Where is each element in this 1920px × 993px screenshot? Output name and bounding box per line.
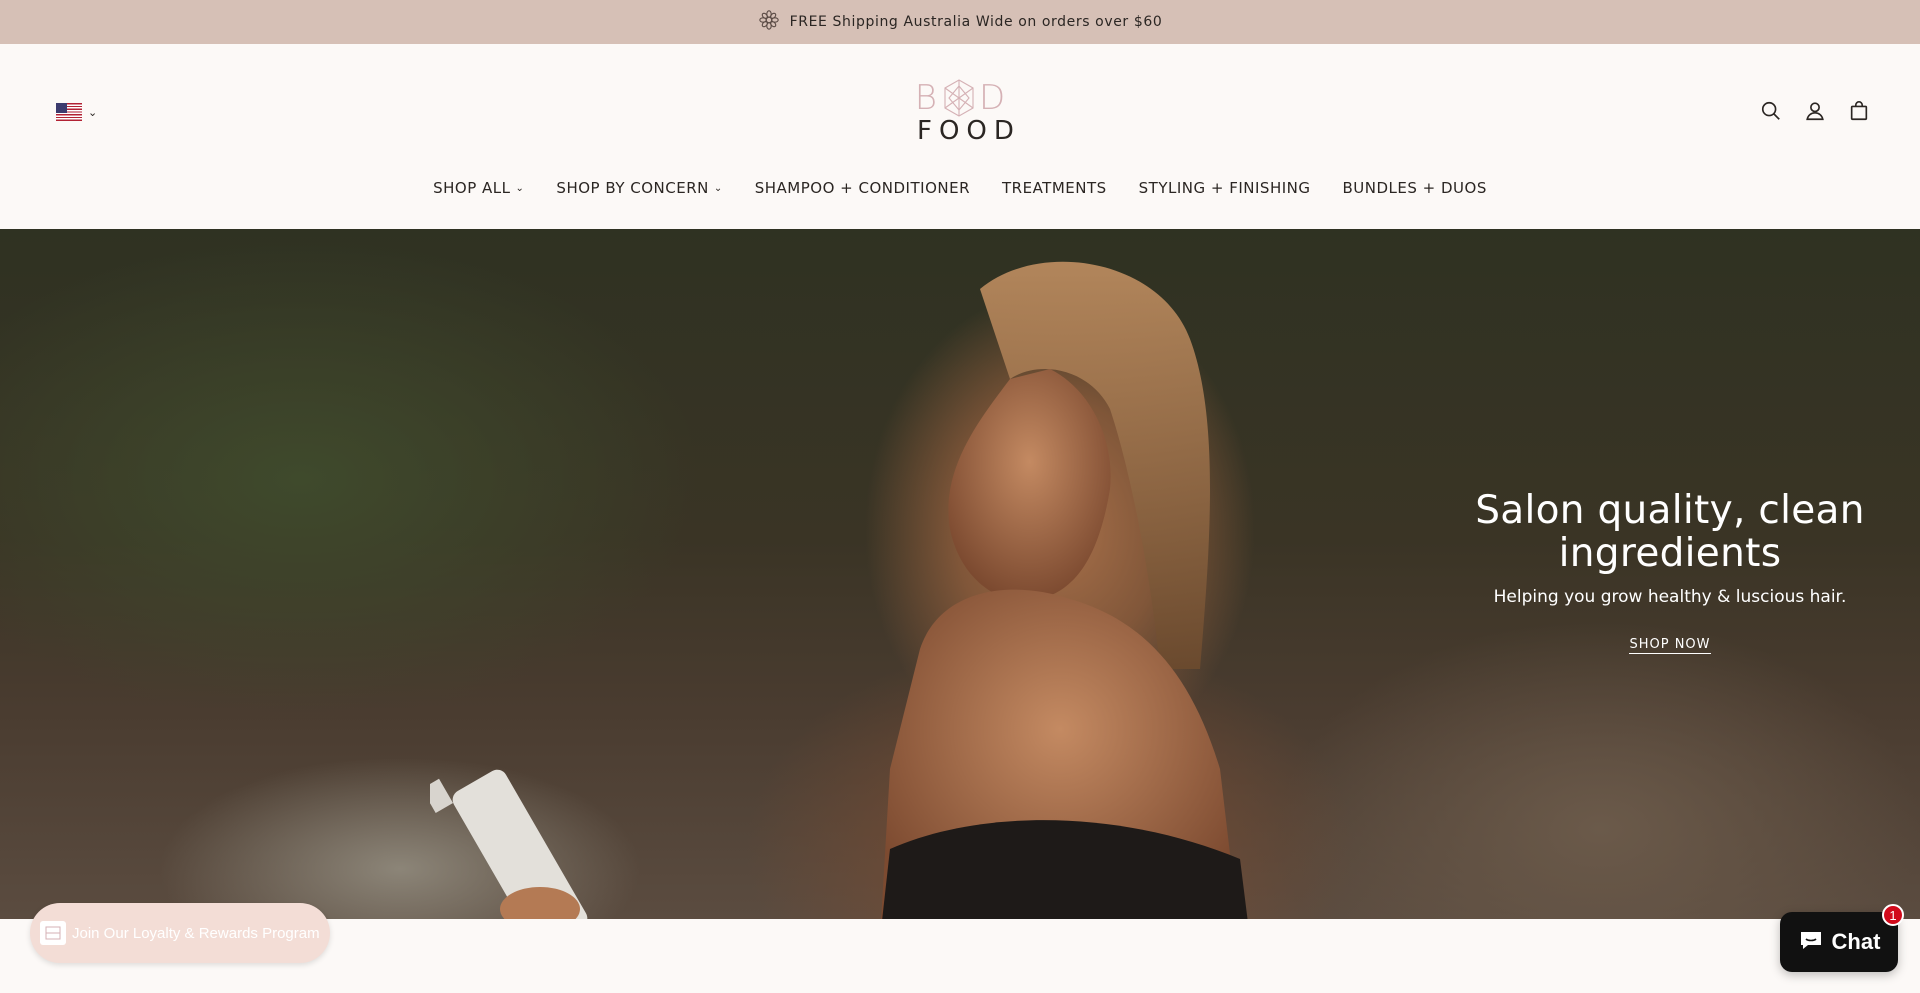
chat-label: Chat bbox=[1831, 929, 1881, 954]
hero-title-line1: Salon quality, clean bbox=[1475, 488, 1865, 533]
us-flag-icon bbox=[56, 103, 82, 121]
hero-title: Salon quality, clean ingredients bbox=[1470, 489, 1870, 575]
nav-treatments[interactable]: TREATMENTS bbox=[1002, 179, 1107, 197]
product-bottle-image bbox=[430, 769, 588, 919]
chevron-down-icon: ⌄ bbox=[515, 182, 525, 194]
nav-shop-by-concern[interactable]: SHOP BY CONCERN ⌄ bbox=[556, 179, 722, 197]
hero-banner[interactable]: Salon quality, clean ingredients Helping… bbox=[0, 229, 1920, 919]
hero-title-line2: ingredients bbox=[1558, 531, 1782, 576]
nav-label: SHOP ALL bbox=[433, 179, 511, 197]
country-selector[interactable]: ⌄ bbox=[56, 103, 97, 121]
chat-notification-badge: 1 bbox=[1882, 904, 1904, 926]
account-icon[interactable] bbox=[1804, 100, 1826, 122]
search-icon[interactable] bbox=[1760, 100, 1782, 122]
nav-label: SHAMPOO + CONDITIONER bbox=[754, 179, 970, 197]
flower-icon bbox=[758, 9, 780, 35]
bag-icon[interactable] bbox=[1848, 100, 1870, 122]
announcement-text: FREE Shipping Australia Wide on orders o… bbox=[789, 14, 1163, 30]
nav-bundles-duos[interactable]: BUNDLES + DUOS bbox=[1343, 179, 1487, 197]
chevron-down-icon: ⌄ bbox=[88, 105, 98, 119]
site-header: ⌄ B D FOOD SHOP ALL ⌄ SHOP BY CONCERN ⌄ … bbox=[0, 44, 1920, 229]
nav-label: STYLING + FINISHING bbox=[1138, 179, 1311, 197]
nav-label: TREATMENTS bbox=[1002, 179, 1107, 197]
hero-image bbox=[881, 261, 1248, 919]
loyalty-program-button[interactable]: Join Our Loyalty & Rewards Program bbox=[30, 903, 330, 963]
logo-wordmark: FOOD bbox=[917, 116, 1021, 146]
chat-bubble-icon bbox=[1798, 928, 1824, 956]
nav-styling-finishing[interactable]: STYLING + FINISHING bbox=[1139, 179, 1311, 197]
nav-shop-all[interactable]: SHOP ALL ⌄ bbox=[433, 179, 524, 197]
logo-mark: B D bbox=[914, 78, 1008, 118]
main-nav: SHOP ALL ⌄ SHOP BY CONCERN ⌄ SHAMPOO + C… bbox=[0, 179, 1920, 197]
chat-button[interactable]: Chat 1 bbox=[1780, 904, 1904, 972]
header-actions bbox=[1760, 100, 1870, 122]
nav-label: SHOP BY CONCERN bbox=[556, 179, 709, 197]
shop-now-link[interactable]: SHOP NOW bbox=[1629, 637, 1711, 654]
loyalty-label: Join Our Loyalty & Rewards Program bbox=[72, 924, 320, 942]
nav-label: BUNDLES + DUOS bbox=[1342, 179, 1487, 197]
logo-geometric-icon bbox=[944, 79, 974, 117]
loyalty-logo-icon bbox=[40, 921, 66, 945]
nav-shampoo-conditioner[interactable]: SHAMPOO + CONDITIONER bbox=[755, 179, 970, 197]
announcement-bar: FREE Shipping Australia Wide on orders o… bbox=[0, 0, 1920, 44]
hero-copy: Salon quality, clean ingredients Helping… bbox=[1470, 489, 1870, 654]
chevron-down-icon: ⌄ bbox=[713, 182, 723, 194]
brand-logo[interactable]: B D FOOD bbox=[911, 78, 1021, 150]
hero-subtitle: Helping you grow healthy & luscious hair… bbox=[1493, 587, 1847, 607]
